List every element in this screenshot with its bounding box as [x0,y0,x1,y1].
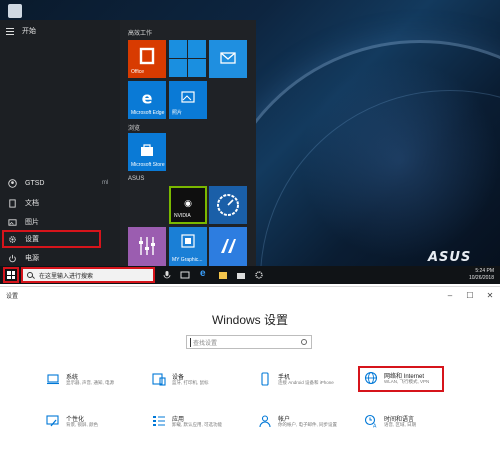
laptop-icon [47,374,59,385]
windows-icon [7,271,15,279]
rail-mark: ml [102,180,109,186]
tile-mail[interactable] [209,40,247,78]
settings-window: 设置 – ☐ ✕ Windows 设置 查找设置 系统 显示器, 声音, 通知,… [0,286,500,456]
graphics-icon [181,234,195,248]
clock-time: 5:24 PM [475,268,494,274]
svg-text:A: A [373,424,377,429]
document-icon [9,198,16,208]
clock-date: 10/26/2018 [468,275,494,281]
taskbar: 在这里输入进行搜索 e 5:24 PM 10/26/2018 [0,266,500,284]
minimize-button[interactable]: – [442,289,458,301]
recycle-bin-icon[interactable] [8,4,22,18]
category-phone[interactable]: 手机 连接 Android 设备和 iPhone [254,369,364,391]
close-button[interactable]: ✕ [482,289,498,301]
rail-item-user[interactable]: GTSD [4,174,104,192]
photos-icon [181,91,195,103]
taskbar-search-placeholder: 在这里输入进行搜索 [39,273,94,280]
category-time-language[interactable]: A 时间和语言 语音, 区域, 日期 [360,411,470,433]
tile-small-app[interactable] [188,40,206,58]
tile-small-app[interactable] [169,59,187,77]
taskbar-search[interactable]: 在这里输入进行搜索 [21,267,155,283]
tile-audio[interactable] [128,227,166,266]
category-accounts[interactable]: 帐户 你的帐户, 电子邮件, 同步设置 [254,411,364,433]
settings-search-input[interactable]: 查找设置 [186,335,312,349]
category-personalization[interactable]: 个性化 背景, 锁屏, 颜色 [42,411,152,433]
gauge-icon [217,194,239,216]
keyboard-icon [152,373,166,386]
window-title: 设置 [6,294,19,300]
tile-office[interactable]: Office [128,40,166,78]
tile-edge[interactable]: e Microsoft Edge [128,81,166,119]
category-system[interactable]: 系统 显示器, 声音, 通知, 电源 [42,369,152,391]
desktop: ASUS 开始 GTSD 文档 图片 设置 电源 ml 高效工作 Office … [0,0,500,284]
store-taskbar-icon[interactable] [236,270,246,280]
start-menu-title: 开始 [22,28,36,35]
category-devices[interactable]: 设备 蓝牙, 打印机, 鼠标 [148,369,258,391]
tile-store[interactable]: Microsoft Store [128,133,166,171]
tile-group-label: 浏览 [128,126,141,132]
tile-asus-app[interactable] [209,227,247,266]
edge-taskbar-icon[interactable]: e [200,269,210,279]
start-menu-header[interactable]: 开始 [6,26,36,36]
hamburger-icon [6,27,14,35]
asus-app-icon [221,239,236,253]
rail-item-label: 设置 [25,236,39,243]
title-bar: 设置 – ☐ ✕ [0,287,500,303]
equalizer-icon [139,237,155,255]
paintbrush-icon [46,415,59,427]
start-menu-rail: 开始 GTSD 文档 图片 设置 电源 ml [0,20,120,266]
office-icon [139,47,155,65]
text-caret [190,337,191,347]
clock-language-icon: A [364,414,377,429]
category-apps[interactable]: 应用 卸载, 默认应用, 可选功能 [148,411,258,433]
rail-item-pictures[interactable]: 图片 [4,213,104,231]
phone-icon [261,372,269,386]
rail-item-label: 文档 [25,200,39,207]
user-icon [8,178,17,188]
microphone-icon[interactable] [162,270,172,280]
page-title: Windows 设置 [211,313,288,327]
rail-item-label: GTSD [25,179,45,187]
power-icon [9,254,16,262]
tile-mygraphics[interactable]: MY Graphic... [169,227,207,266]
rail-item-power[interactable]: 电源 [4,249,104,267]
mail-icon [220,52,236,64]
person-icon [259,415,271,428]
globe-icon [364,371,378,385]
rail-item-label: 电源 [25,255,39,262]
explorer-icon[interactable] [218,270,228,280]
start-menu: 开始 GTSD 文档 图片 设置 电源 ml 高效工作 Office e Mic… [0,20,256,266]
task-view-icon[interactable] [180,270,190,280]
tile-small-app[interactable] [169,40,187,58]
tile-group-label: 高效工作 [128,31,153,37]
apps-list-icon [153,416,165,426]
rail-item-settings[interactable]: 设置 [2,230,101,248]
picture-icon [8,218,17,226]
tile-gauge[interactable] [209,186,247,224]
category-network[interactable]: 网络和 Internet WLAN, 飞行模式, VPN [358,366,444,392]
start-button[interactable] [3,267,19,283]
tile-small-app[interactable] [188,59,206,77]
rail-item-label: 图片 [25,219,39,226]
maximize-button[interactable]: ☐ [462,289,478,301]
rail-item-documents[interactable]: 文档 [4,194,104,212]
gear-icon [9,235,16,243]
settings-search-placeholder: 查找设置 [193,340,218,347]
edge-icon: e [141,88,153,108]
store-icon [141,144,153,156]
nvidia-icon: ◉ [184,198,192,209]
search-icon [27,272,33,278]
tile-group-label: ASUS [128,176,145,182]
search-icon [301,339,307,345]
asus-logo: ASUS [428,250,472,265]
tile-photos[interactable]: 照片 [169,81,207,119]
tile-nvidia[interactable]: ◉ NVIDIA [169,186,207,224]
clock[interactable]: 5:24 PM 10/26/2018 [469,268,494,282]
gear-icon[interactable] [254,270,264,280]
